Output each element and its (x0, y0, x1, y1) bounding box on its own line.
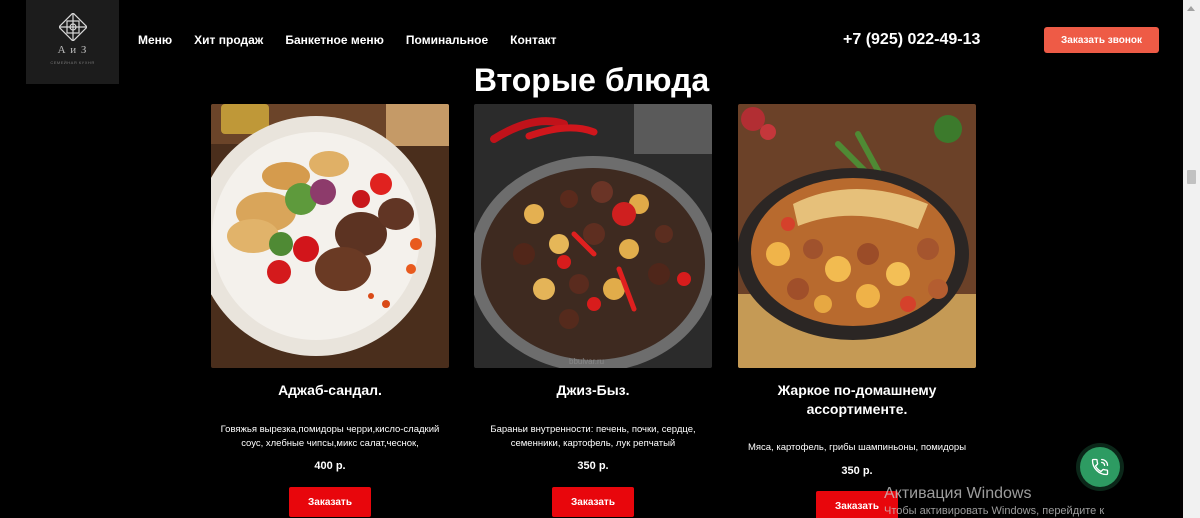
nav-item-contact[interactable]: Контакт (510, 33, 556, 47)
callback-button[interactable]: Заказать звонок (1044, 27, 1159, 53)
product-card: bbulvar.ru Джиз-Быз. Бараньи внутренност… (474, 104, 712, 517)
product-price: 400 р. (314, 460, 346, 472)
product-price: 350 р. (577, 460, 609, 472)
logo-emblem-icon (59, 13, 87, 41)
product-description: Мяса, картофель, грибы шампиньоны, помид… (747, 442, 967, 453)
nav-item-memorial[interactable]: Поминальное (406, 33, 488, 47)
photo-watermark-text: bbulvar.ru (569, 357, 604, 366)
windows-activation-title: Активация Windows (884, 485, 1032, 502)
scroll-up-arrow-icon[interactable] (1187, 6, 1195, 11)
scrollbar-thumb[interactable] (1187, 170, 1196, 184)
order-button[interactable]: Заказать (552, 487, 634, 517)
product-name: Жаркое по-домашнему ассортименте. (777, 382, 937, 417)
product-card: Аджаб-сандал. Говяжья вырезка,помидоры ч… (211, 104, 449, 517)
nav-item-banquet-menu[interactable]: Банкетное меню (285, 33, 384, 47)
page-scrollbar[interactable] (1183, 0, 1200, 518)
product-card: Жаркое по-домашнему ассортименте. Мяса, … (738, 104, 976, 518)
nav-item-menu[interactable]: Меню (138, 33, 172, 47)
product-name: Джиз-Быз. (556, 382, 630, 398)
order-button[interactable]: Заказать (289, 487, 371, 517)
product-description: Говяжья вырезка,помидоры черри,кисло-сла… (220, 424, 440, 449)
product-photo-jiz-byz: bbulvar.ru (474, 104, 712, 368)
header-phone-number[interactable]: +7 (925) 022-49-13 (843, 31, 980, 49)
phone-call-icon (1091, 458, 1109, 476)
product-price: 350 р. (841, 465, 873, 477)
product-photo-ajab-sandal (211, 104, 449, 368)
windows-activation-subtitle: Чтобы активировать Windows, перейдите к (884, 505, 1105, 517)
section-title: Вторые блюда (473, 62, 710, 98)
product-name: Аджаб-сандал. (278, 382, 382, 398)
windows-activation-watermark: Активация Windows Чтобы активировать Win… (884, 485, 1104, 517)
nav-item-bestsellers[interactable]: Хит продаж (194, 33, 263, 47)
product-photo-zharkoe (738, 104, 976, 368)
product-description: Бараньи внутренности: печень, почки, сер… (490, 424, 696, 449)
logo-text: А и З (57, 44, 88, 56)
phone-call-fab[interactable] (1080, 447, 1120, 487)
main-nav: Меню Хит продаж Банкетное меню Поминальн… (138, 33, 578, 47)
